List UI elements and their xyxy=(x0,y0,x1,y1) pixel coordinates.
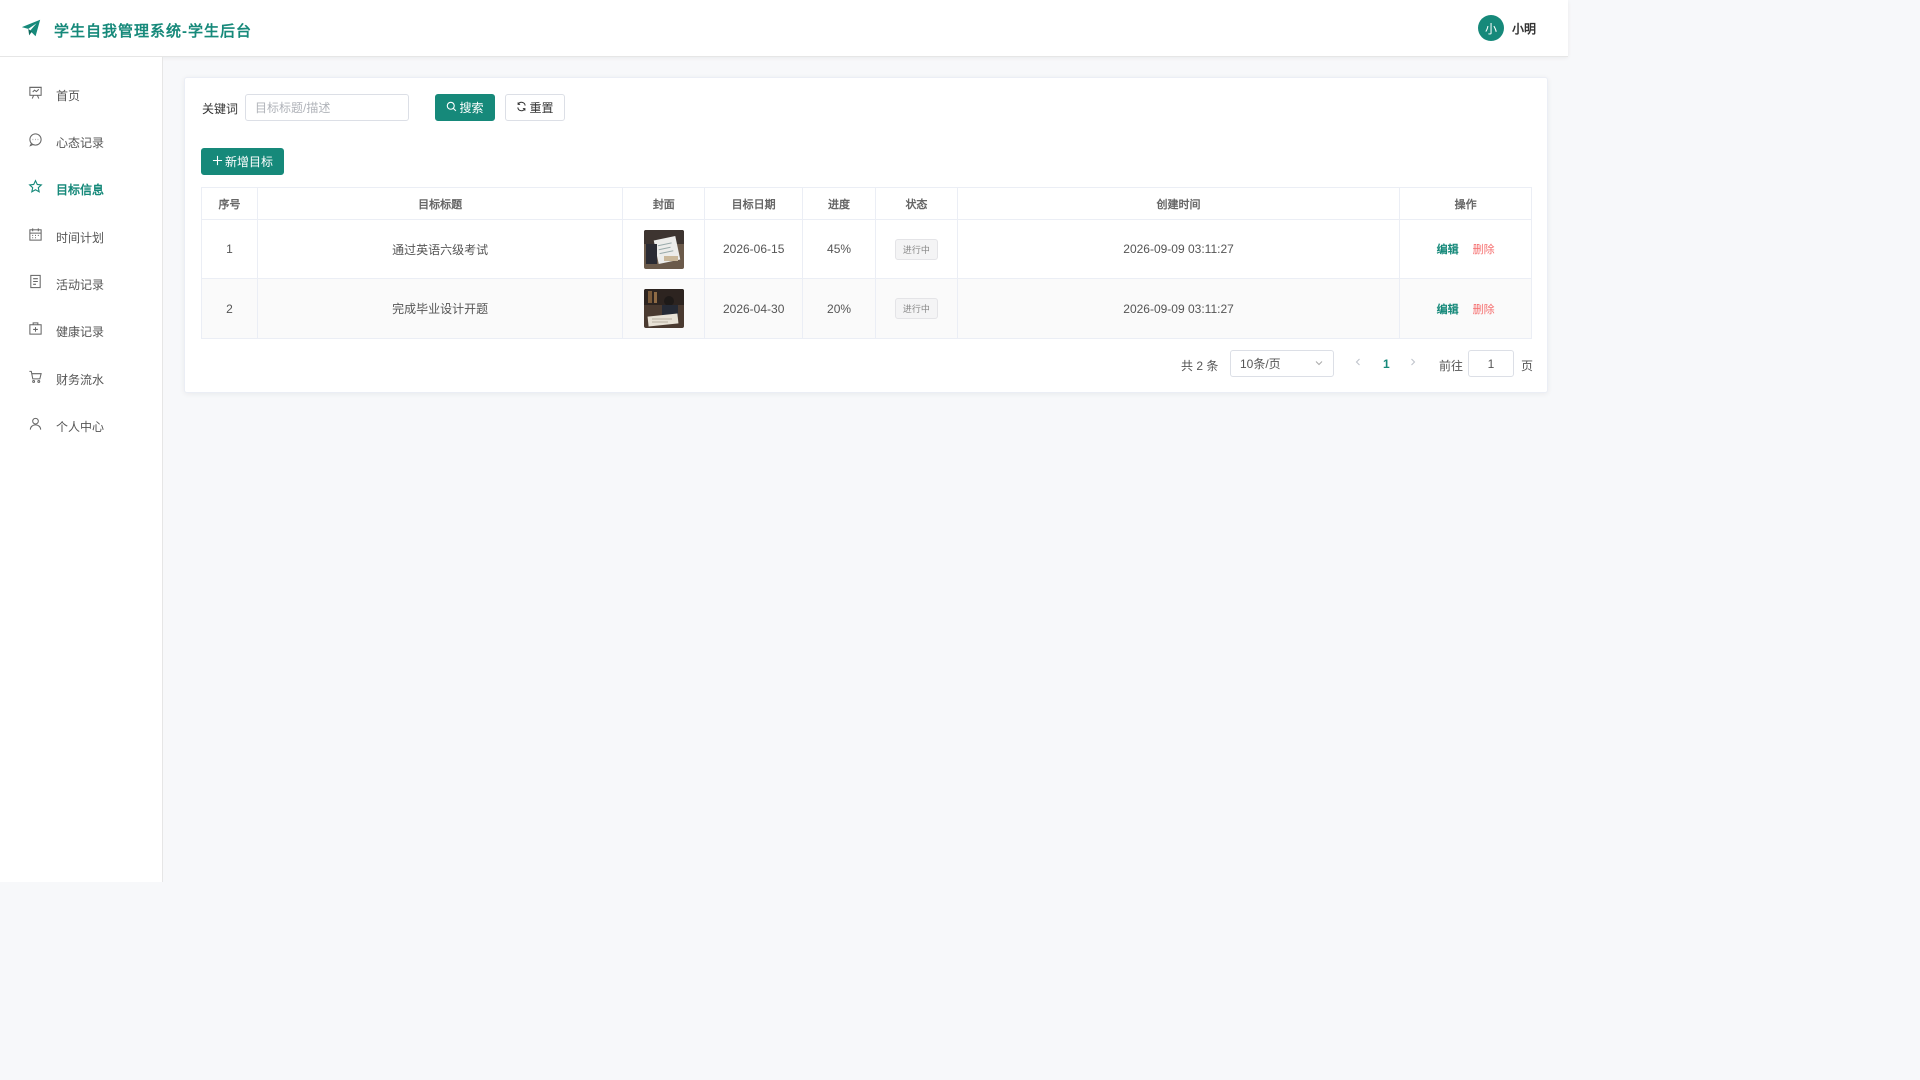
page-suffix: 页 xyxy=(1521,359,1534,373)
reset-button-label: 重置 xyxy=(529,101,554,115)
search-button[interactable]: 搜索 xyxy=(435,94,495,121)
avatar[interactable]: 小 xyxy=(1477,15,1504,41)
status-badge: 进行中 xyxy=(894,238,938,260)
actions-cell: 编辑 删除 xyxy=(1400,279,1531,338)
next-page-button[interactable] xyxy=(1408,356,1418,370)
status-badge: 进行中 xyxy=(894,298,938,319)
sidebar-item-label: 个人中心 xyxy=(56,419,105,434)
prev-page-button[interactable] xyxy=(1353,356,1363,370)
delete-link[interactable]: 删除 xyxy=(1473,301,1495,317)
column-header: 进度 xyxy=(803,188,876,219)
goal-date: 2026-04-30 xyxy=(705,279,804,338)
table-header: 序号 目标标题 封面 目标日期 进度 状态 创建时间 操作 xyxy=(202,188,1531,220)
status-cell: 进行中 xyxy=(876,220,958,278)
search-input[interactable] xyxy=(245,94,409,121)
brand[interactable]: 学生自我管理系统-学生后台 xyxy=(20,17,252,44)
goal-title: 完成毕业设计开题 xyxy=(258,279,624,338)
reset-button[interactable]: 重置 xyxy=(505,94,565,121)
goal-date: 2026-06-15 xyxy=(705,220,804,278)
edit-link[interactable]: 编辑 xyxy=(1437,301,1459,317)
keyword-label: 关键词 xyxy=(202,102,239,116)
column-header: 创建时间 xyxy=(958,188,1401,219)
created-time: 2026-09-09 03:11:27 xyxy=(958,279,1401,338)
cover-cell xyxy=(623,220,706,278)
app-title: 学生自我管理系统-学生后台 xyxy=(54,23,252,40)
top-header: 学生自我管理系统-学生后台 小 小明 xyxy=(0,0,1568,57)
sidebar-item-activities[interactable]: 活动记录 xyxy=(0,264,162,304)
user-icon xyxy=(28,416,43,436)
add-goal-button-label: 新增目标 xyxy=(224,155,273,169)
status-cell: 进行中 xyxy=(876,279,958,338)
sidebar-item-label: 心态记录 xyxy=(56,135,105,150)
created-time: 2026-09-09 03:11:27 xyxy=(958,220,1401,278)
sidebar-item-finance[interactable]: 财务流水 xyxy=(0,359,162,399)
column-header: 目标标题 xyxy=(258,188,624,219)
goto-label: 前往 xyxy=(1439,359,1464,373)
column-header: 目标日期 xyxy=(705,188,804,219)
delete-link[interactable]: 删除 xyxy=(1473,241,1495,257)
sidebar-item-label: 活动记录 xyxy=(56,277,105,292)
goal-title: 通过英语六级考试 xyxy=(258,220,624,278)
sidebar-item-goals[interactable]: 目标信息 xyxy=(0,169,162,209)
presentation-icon xyxy=(28,85,43,105)
page-size-value: 10条/页 xyxy=(1240,357,1281,371)
column-header: 操作 xyxy=(1454,198,1477,211)
goto-page-input[interactable] xyxy=(1468,350,1514,377)
goals-table: 序号 目标标题 封面 目标日期 进度 状态 创建时间 操作 1 通过英语六级考试 xyxy=(201,187,1532,339)
sidebar: 首页 心态记录 目标信息 时间计划 活动记录 健康记录 财务流水 个人中心 xyxy=(0,57,163,882)
plus-icon xyxy=(212,155,225,169)
sidebar-item-mood[interactable]: 心态记录 xyxy=(0,122,162,162)
sidebar-item-label: 时间计划 xyxy=(56,230,105,245)
user-menu[interactable]: 小 小明 xyxy=(1477,15,1536,41)
star-icon xyxy=(28,179,43,199)
row-index: 2 xyxy=(202,279,258,338)
goal-progress: 20% xyxy=(803,279,876,338)
edit-link[interactable]: 编辑 xyxy=(1437,241,1459,257)
sidebar-item-label: 首页 xyxy=(56,88,81,103)
cart-icon xyxy=(28,369,43,389)
document-icon xyxy=(28,274,43,294)
column-header: 状态 xyxy=(876,188,958,219)
table-row: 2 完成毕业设计开题 2026-04-30 20% 进行中 2026-09-09… xyxy=(202,279,1531,338)
goal-progress: 45% xyxy=(803,220,876,278)
cover-cell xyxy=(623,279,706,338)
sidebar-item-time-plan[interactable]: 时间计划 xyxy=(0,217,162,257)
sidebar-item-profile[interactable]: 个人中心 xyxy=(0,406,162,446)
calendar-icon xyxy=(28,227,43,247)
user-name[interactable]: 小明 xyxy=(1512,20,1536,37)
pagination: 共 2 条 10条/页 1 前往 页 xyxy=(185,349,1549,377)
total-count: 共 2 条 xyxy=(1181,359,1219,373)
sidebar-item-home[interactable]: 首页 xyxy=(0,75,162,115)
goals-panel: 关键词 搜索 重置 新增目标 序号 目标标题 封面 目标日期 进度 状态 创建时… xyxy=(184,77,1548,393)
column-header: 封面 xyxy=(623,188,706,219)
chevron-down-icon xyxy=(1314,357,1324,371)
actions-cell: 编辑 删除 xyxy=(1400,220,1531,278)
page-number-current[interactable]: 1 xyxy=(1383,357,1390,371)
chat-bubble-icon xyxy=(28,132,43,152)
sidebar-item-label: 健康记录 xyxy=(56,324,105,339)
search-icon xyxy=(446,101,459,115)
sidebar-item-label: 财务流水 xyxy=(56,372,105,387)
sidebar-item-label: 目标信息 xyxy=(56,182,105,197)
cover-image[interactable] xyxy=(643,289,684,328)
cover-image[interactable] xyxy=(643,229,684,269)
refresh-icon xyxy=(516,101,529,115)
row-index: 1 xyxy=(202,220,258,278)
medical-box-icon xyxy=(28,321,43,341)
search-button-label: 搜索 xyxy=(459,101,484,115)
page-size-select[interactable]: 10条/页 xyxy=(1230,350,1334,377)
sidebar-item-health[interactable]: 健康记录 xyxy=(0,311,162,351)
column-header: 序号 xyxy=(202,188,258,219)
paper-plane-icon xyxy=(20,17,42,44)
add-goal-button[interactable]: 新增目标 xyxy=(201,148,284,175)
table-row: 1 通过英语六级考试 2026-06-15 45% 进行中 2026-09-09… xyxy=(202,220,1531,279)
